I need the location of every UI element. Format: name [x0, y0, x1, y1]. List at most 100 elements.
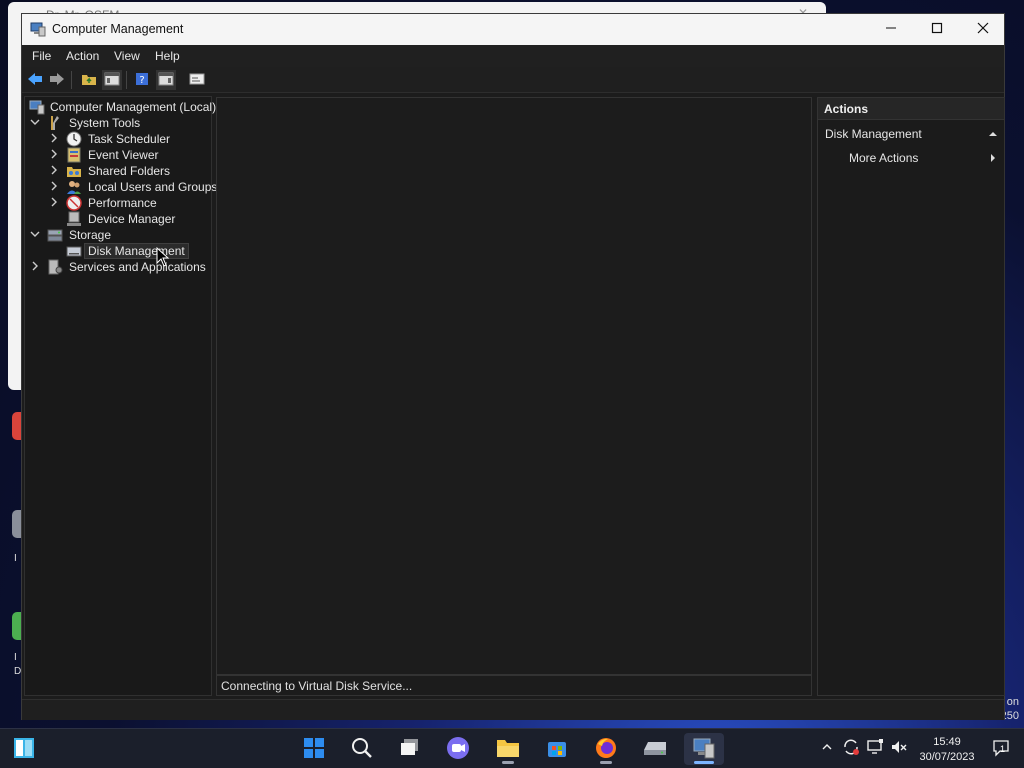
computer-management-taskbar-button[interactable]: [684, 733, 724, 765]
tree-item-label: Device Manager: [88, 212, 176, 226]
clock-time: 15:49: [933, 736, 961, 748]
tree-item-label: Disk Management: [84, 243, 189, 259]
tree-item-computer-management-local[interactable]: Computer Management (Local): [27, 99, 216, 115]
search-icon: [351, 737, 373, 762]
status-text: Connecting to Virtual Disk Service...: [221, 679, 413, 693]
task-view-button[interactable]: [390, 733, 430, 765]
chevron-down-icon[interactable]: [29, 116, 41, 128]
tree-item-label: Event Viewer: [88, 148, 159, 162]
tree-item-label: Services and Applications: [69, 260, 206, 274]
drive-button[interactable]: [635, 733, 675, 765]
tree-item-device-manager[interactable]: Device Manager: [27, 211, 211, 227]
chevron-right-icon[interactable]: [48, 196, 60, 208]
more-actions-label: More Actions: [849, 151, 919, 165]
properties-button[interactable]: [187, 70, 207, 90]
start-icon: [12, 736, 36, 763]
windows-logo-icon: [303, 737, 325, 762]
chevron-right-icon[interactable]: [29, 260, 41, 272]
file-explorer-icon: [496, 737, 520, 762]
search-button[interactable]: [342, 733, 382, 765]
minimize-button[interactable]: [868, 14, 914, 45]
notification-icon: 1: [992, 739, 1010, 757]
services-icon: [47, 259, 63, 275]
show-hide-console-tree-button[interactable]: [102, 70, 122, 90]
task-view-icon: [399, 737, 421, 762]
chevron-right-icon[interactable]: [48, 164, 60, 176]
disk-icon: [66, 243, 82, 259]
shared-folder-icon: [66, 163, 82, 179]
tree-item-disk-management[interactable]: Disk Management: [27, 243, 211, 259]
sync-tray-button[interactable]: [842, 739, 860, 757]
firefox-button[interactable]: [586, 733, 626, 765]
window-title: Computer Management: [52, 22, 184, 36]
chevron-down-icon[interactable]: [29, 228, 41, 240]
microsoft-store-button[interactable]: [537, 733, 577, 765]
tree-item-label: Task Scheduler: [88, 132, 171, 146]
tree-item-services-and-applications[interactable]: Services and Applications: [27, 259, 211, 275]
menu-bar: File Action View Help: [22, 45, 1004, 67]
tree-item-performance[interactable]: Performance: [27, 195, 211, 211]
actions-header: Actions: [818, 98, 1004, 120]
tree-item-label: Shared Folders: [88, 164, 171, 178]
show-hide-action-pane-icon: [158, 72, 174, 89]
tree-item-label: Performance: [88, 196, 157, 210]
console-tree: Computer Management (Local) System Tools…: [24, 96, 217, 696]
chevron-right-icon[interactable]: [48, 148, 60, 160]
chat-button[interactable]: [438, 733, 478, 765]
microsoft-store-icon: [546, 737, 568, 762]
volume-tray-button[interactable]: [890, 739, 908, 757]
menu-action[interactable]: Action: [66, 49, 99, 63]
mouse-cursor-icon: [156, 246, 170, 267]
computer-management-icon: [30, 21, 46, 37]
device-manager-icon: [66, 211, 82, 227]
chevron-right-icon[interactable]: [48, 132, 60, 144]
storage-icon: [47, 227, 63, 243]
more-actions-item[interactable]: More Actions: [818, 148, 1004, 168]
display-tray-button[interactable]: [866, 738, 884, 757]
start-button[interactable]: [4, 733, 44, 765]
tree-item-shared-folders[interactable]: Shared Folders: [27, 163, 211, 179]
running-indicator: [694, 761, 714, 764]
forward-arrow-icon: [49, 72, 65, 89]
toolbar-separator: [126, 71, 127, 89]
collapse-up-icon[interactable]: [988, 128, 998, 138]
menu-file[interactable]: File: [32, 49, 51, 63]
chevron-up-icon: [821, 741, 833, 756]
status-bar: Connecting to Virtual Disk Service...: [216, 675, 812, 696]
actions-section-disk-management[interactable]: Disk Management: [818, 124, 1004, 144]
toolbar: ?: [22, 67, 1004, 93]
tree-item-task-scheduler[interactable]: Task Scheduler: [27, 131, 211, 147]
menu-view[interactable]: View: [114, 49, 140, 63]
submenu-arrow-icon: [988, 152, 998, 162]
maximize-button[interactable]: [914, 14, 960, 45]
help-button[interactable]: ?: [132, 70, 152, 90]
title-bar[interactable]: Computer Management: [22, 14, 1004, 45]
svg-text:?: ?: [139, 75, 144, 86]
toolbar-separator: [71, 71, 72, 89]
taskbar-clock[interactable]: 15:49 30/07/2023: [912, 735, 982, 765]
tree-item-system-tools[interactable]: System Tools: [27, 115, 211, 131]
tools-icon: [47, 115, 63, 131]
menu-help[interactable]: Help: [155, 49, 180, 63]
notification-center-button[interactable]: 1: [992, 739, 1010, 757]
tree-item-local-users-and-groups[interactable]: Local Users and Groups: [27, 179, 217, 195]
tree-item-event-viewer[interactable]: Event Viewer: [27, 147, 211, 163]
results-pane[interactable]: [216, 97, 812, 675]
tree-item-storage[interactable]: Storage: [27, 227, 211, 243]
tree-item-label: Storage: [69, 228, 112, 242]
chevron-right-icon[interactable]: [48, 180, 60, 192]
background-text: on: [1006, 696, 1019, 708]
sync-icon: [842, 738, 860, 759]
window-status-bar: [22, 699, 1004, 720]
windows-start-button[interactable]: [294, 733, 334, 765]
up-one-level-button[interactable]: [79, 70, 99, 90]
properties-icon: [189, 72, 205, 89]
show-hidden-icons-button[interactable]: [818, 739, 836, 757]
tree-item-label: Local Users and Groups: [88, 180, 218, 194]
forward-button[interactable]: [47, 70, 67, 90]
file-explorer-button[interactable]: [488, 733, 528, 765]
close-button[interactable]: [960, 14, 1006, 45]
back-button[interactable]: [25, 70, 45, 90]
show-hide-action-pane-button[interactable]: [156, 70, 176, 90]
tree-item-label: System Tools: [69, 116, 141, 130]
